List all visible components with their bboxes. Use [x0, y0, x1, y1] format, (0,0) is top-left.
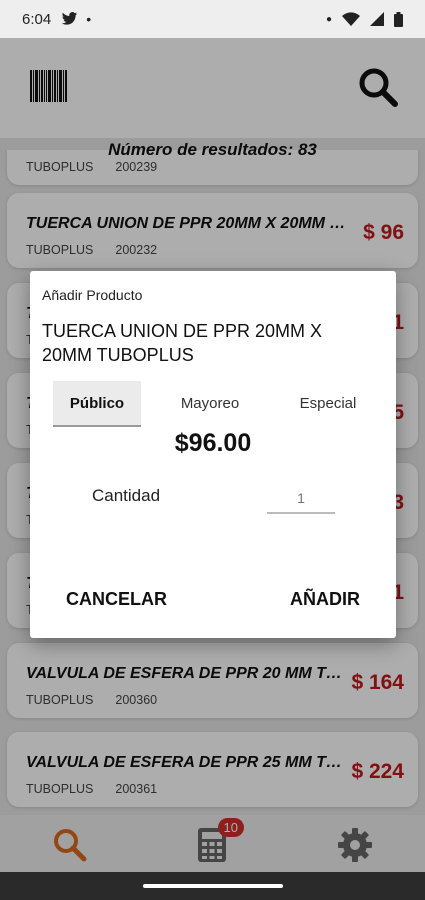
price-tabs: Público Mayoreo Especial	[53, 381, 373, 427]
notification-dot: •	[86, 11, 92, 27]
status-bar: 6:04 • ●	[0, 0, 425, 38]
home-handle[interactable]	[143, 884, 283, 888]
dialog-price: $96.00	[174, 429, 252, 457]
tab-especial[interactable]: Especial	[283, 381, 373, 427]
gesture-bar	[0, 872, 425, 900]
add-button[interactable]: AÑADIR	[290, 589, 360, 610]
notification-dot-icon: ●	[325, 13, 332, 25]
dialog-title: Añadir Producto	[42, 287, 143, 303]
add-product-dialog: Añadir Producto TUERCA UNION DE PPR 20MM…	[30, 271, 396, 638]
status-icons: ●	[325, 11, 403, 27]
quantity-field[interactable]	[267, 484, 335, 514]
quantity-label: Cantidad	[92, 486, 161, 505]
twitter-icon	[62, 12, 78, 25]
battery-icon	[394, 11, 403, 27]
tab-mayoreo[interactable]: Mayoreo	[165, 381, 255, 427]
wifi-icon	[342, 12, 360, 26]
cancel-button[interactable]: CANCELAR	[66, 589, 167, 610]
tab-publico[interactable]: Público	[53, 381, 141, 427]
signal-icon	[370, 12, 384, 26]
dialog-product-name: TUERCA UNION DE PPR 20MM X 20MM TUBOPLUS	[42, 321, 323, 365]
status-time: 6:04	[22, 10, 52, 28]
